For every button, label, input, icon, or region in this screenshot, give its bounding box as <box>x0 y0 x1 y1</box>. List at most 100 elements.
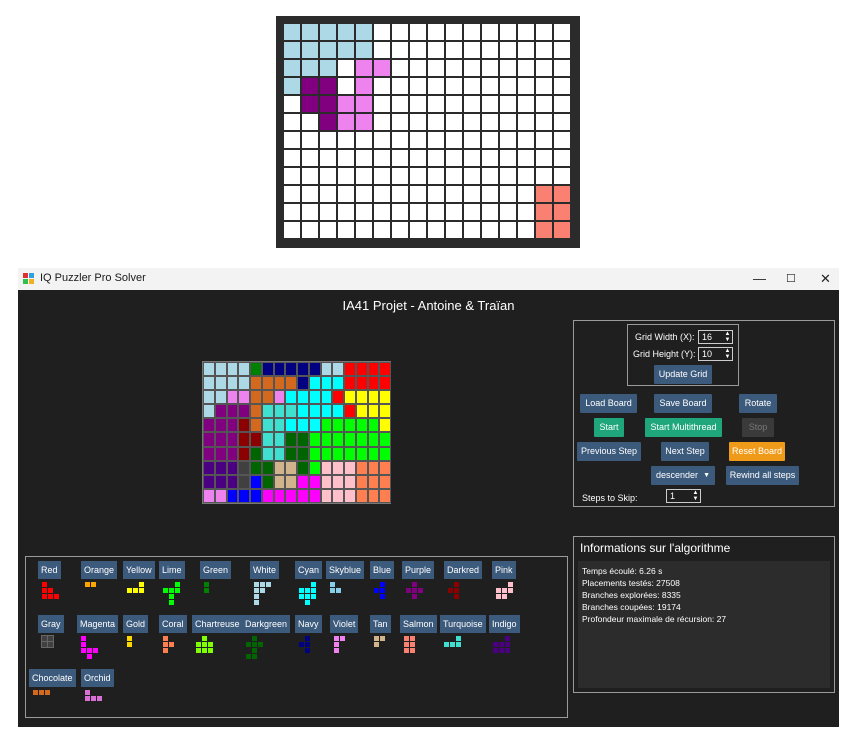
board-cell[interactable] <box>285 488 297 503</box>
board-cell[interactable] <box>238 390 250 405</box>
board-cell[interactable] <box>238 432 250 447</box>
board-cell[interactable] <box>367 446 380 461</box>
board-cell[interactable] <box>250 488 262 503</box>
board-cell[interactable] <box>261 474 274 489</box>
board-cell[interactable] <box>320 418 333 433</box>
next-step-button[interactable]: Next Step <box>661 442 709 461</box>
board-cell[interactable] <box>379 446 391 461</box>
order-select[interactable]: descender ▼ <box>651 466 715 485</box>
board-cell[interactable] <box>273 446 286 461</box>
board-cell[interactable] <box>261 488 274 503</box>
update-grid-button[interactable]: Update Grid <box>654 365 712 384</box>
board-cell[interactable] <box>320 474 333 489</box>
board-cell[interactable] <box>297 390 309 405</box>
maximize-button[interactable]: ☐ <box>786 272 796 285</box>
board-cell[interactable] <box>367 474 380 489</box>
board-cell[interactable] <box>367 362 380 377</box>
board-cell[interactable] <box>344 390 356 405</box>
board-cell[interactable] <box>344 376 356 391</box>
board-cell[interactable] <box>250 474 262 489</box>
piece-button-salmon[interactable]: Salmon <box>400 615 437 633</box>
board-cell[interactable] <box>320 404 333 419</box>
board-cell[interactable] <box>285 418 297 433</box>
spinner-arrows-icon[interactable]: ▲ ▼ <box>724 348 731 360</box>
piece-button-violet[interactable]: Violet <box>330 615 359 633</box>
board-cell[interactable] <box>238 404 250 419</box>
rotate-button[interactable]: Rotate <box>739 394 777 413</box>
solver-board[interactable] <box>202 361 391 504</box>
board-cell[interactable] <box>344 474 356 489</box>
piece-button-turquoise[interactable]: Turquoise <box>440 615 486 633</box>
load-board-button[interactable]: Load Board <box>580 394 637 413</box>
board-cell[interactable] <box>355 376 368 391</box>
board-cell[interactable] <box>332 390 344 405</box>
board-cell[interactable] <box>226 404 239 419</box>
piece-button-darkgreen[interactable]: Darkgreen <box>242 615 291 633</box>
board-cell[interactable] <box>238 418 250 433</box>
board-cell[interactable] <box>214 418 227 433</box>
steps-to-skip-spinner[interactable]: 1 ▲ ▼ <box>666 489 701 503</box>
piece-button-purple[interactable]: Purple <box>402 561 435 579</box>
board-cell[interactable] <box>226 362 239 377</box>
board-cell[interactable] <box>297 418 309 433</box>
board-cell[interactable] <box>355 390 368 405</box>
board-cell[interactable] <box>250 446 262 461</box>
board-cell[interactable] <box>332 488 344 503</box>
board-cell[interactable] <box>238 446 250 461</box>
board-cell[interactable] <box>261 460 274 475</box>
board-cell[interactable] <box>273 474 286 489</box>
board-cell[interactable] <box>355 446 368 461</box>
board-cell[interactable] <box>332 474 344 489</box>
piece-button-chartreuse[interactable]: Chartreuse <box>192 615 243 633</box>
board-cell[interactable] <box>308 432 321 447</box>
board-cell[interactable] <box>285 362 297 377</box>
board-cell[interactable] <box>332 460 344 475</box>
board-cell[interactable] <box>320 460 333 475</box>
piece-button-white[interactable]: White <box>250 561 280 579</box>
piece-button-coral[interactable]: Coral <box>159 615 187 633</box>
board-cell[interactable] <box>261 404 274 419</box>
board-cell[interactable] <box>308 418 321 433</box>
board-cell[interactable] <box>273 418 286 433</box>
board-cell[interactable] <box>308 460 321 475</box>
board-cell[interactable] <box>226 390 239 405</box>
board-cell[interactable] <box>379 390 391 405</box>
grid-width-spinner[interactable]: 16 ▲ ▼ <box>698 330 733 344</box>
board-cell[interactable] <box>250 418 262 433</box>
board-cell[interactable] <box>214 446 227 461</box>
board-cell[interactable] <box>379 432 391 447</box>
board-cell[interactable] <box>297 446 309 461</box>
piece-button-tan[interactable]: Tan <box>370 615 391 633</box>
board-cell[interactable] <box>332 432 344 447</box>
board-cell[interactable] <box>344 404 356 419</box>
board-cell[interactable] <box>367 390 380 405</box>
board-cell[interactable] <box>367 432 380 447</box>
board-cell[interactable] <box>332 404 344 419</box>
piece-button-indigo[interactable]: Indigo <box>489 615 520 633</box>
board-cell[interactable] <box>226 376 239 391</box>
solver-grid[interactable] <box>203 362 391 503</box>
piece-button-darkred[interactable]: Darkred <box>444 561 483 579</box>
board-cell[interactable] <box>320 362 333 377</box>
save-board-button[interactable]: Save Board <box>654 394 712 413</box>
board-cell[interactable] <box>214 460 227 475</box>
board-cell[interactable] <box>238 460 250 475</box>
board-cell[interactable] <box>203 418 215 433</box>
board-cell[interactable] <box>332 446 344 461</box>
board-cell[interactable] <box>297 404 309 419</box>
board-cell[interactable] <box>214 390 227 405</box>
piece-button-green[interactable]: Green <box>200 561 232 579</box>
board-cell[interactable] <box>226 488 239 503</box>
piece-button-blue[interactable]: Blue <box>370 561 395 579</box>
board-cell[interactable] <box>285 390 297 405</box>
board-cell[interactable] <box>250 404 262 419</box>
board-cell[interactable] <box>297 488 309 503</box>
board-cell[interactable] <box>273 488 286 503</box>
board-cell[interactable] <box>261 432 274 447</box>
board-cell[interactable] <box>250 376 262 391</box>
piece-button-orchid[interactable]: Orchid <box>81 669 114 687</box>
piece-button-skyblue[interactable]: Skyblue <box>326 561 365 579</box>
piece-button-navy[interactable]: Navy <box>295 615 322 633</box>
piece-button-chocolate[interactable]: Chocolate <box>29 669 76 687</box>
board-cell[interactable] <box>214 488 227 503</box>
